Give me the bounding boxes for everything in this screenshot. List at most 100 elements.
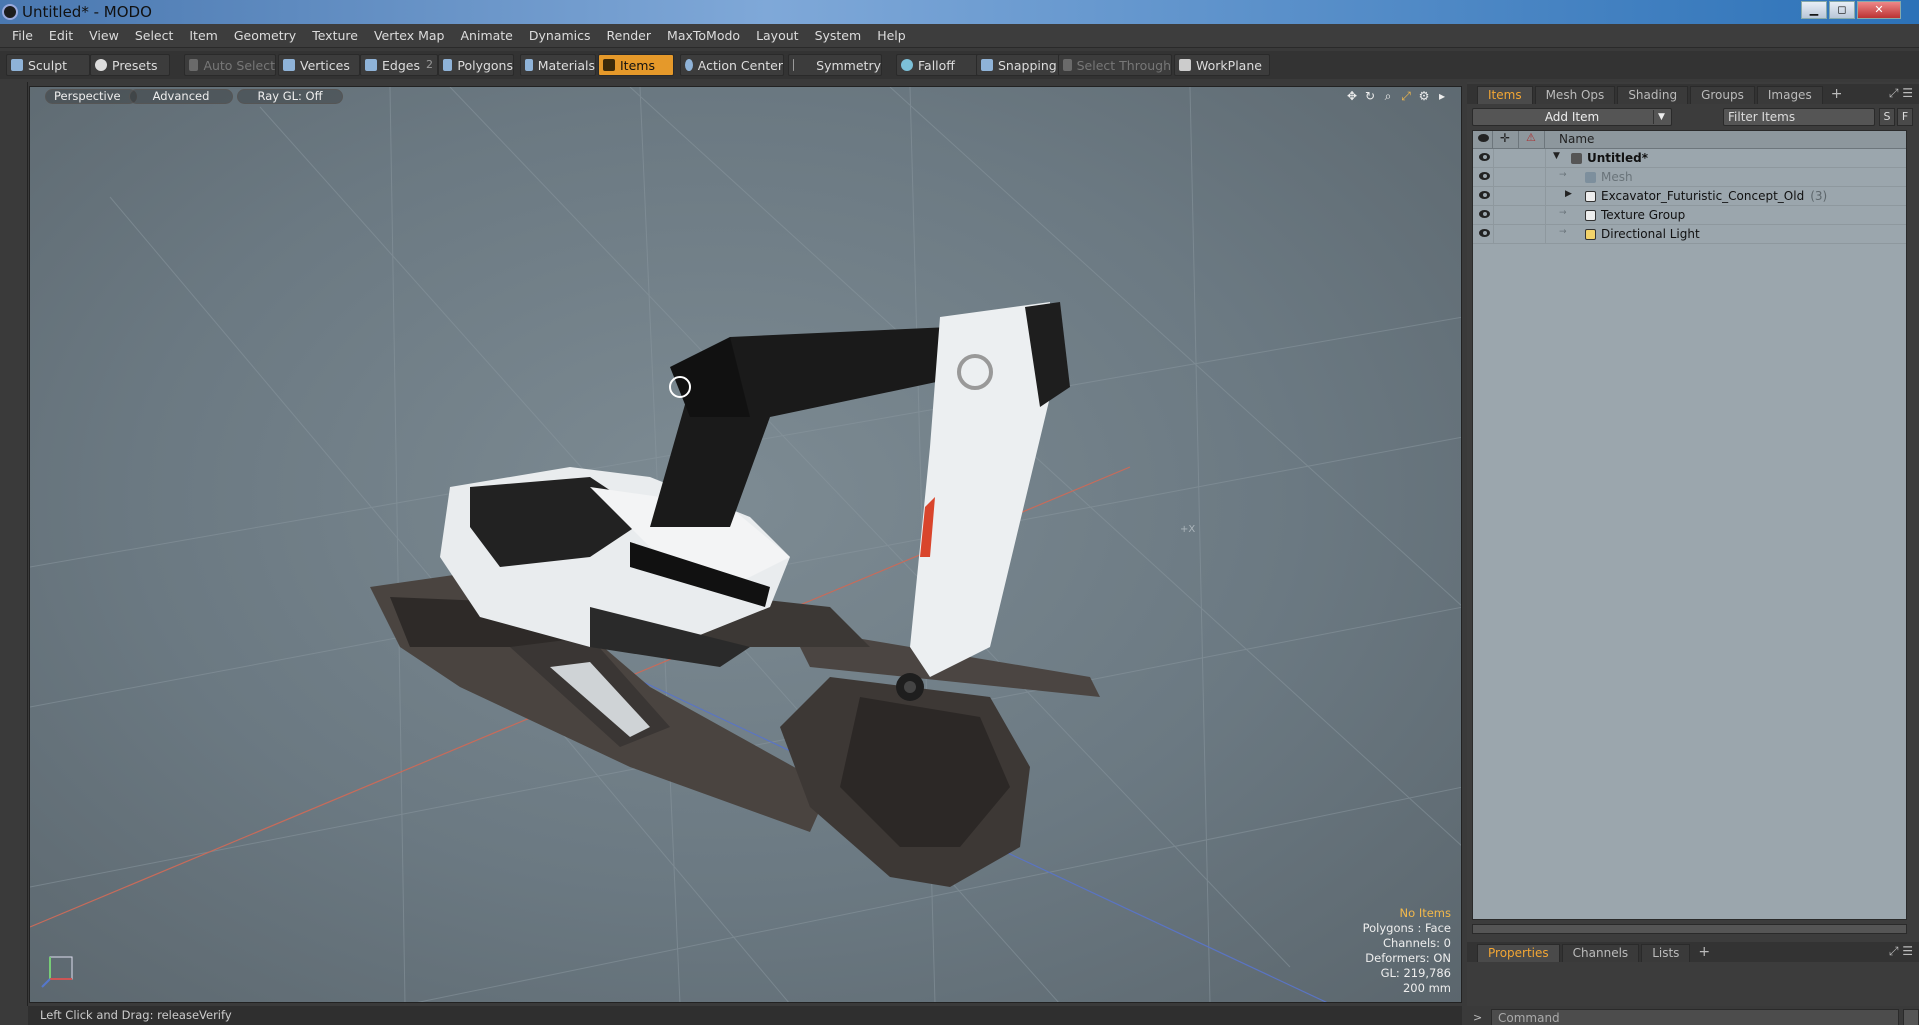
render-icon: ⚠: [1526, 131, 1536, 144]
command-run-button[interactable]: [1903, 1009, 1919, 1025]
maximize-button[interactable]: ◻: [1829, 1, 1855, 19]
eye-icon: [1478, 134, 1489, 142]
tree-row-mesh[interactable]: → Mesh: [1473, 168, 1906, 187]
menu-texture[interactable]: Texture: [304, 28, 366, 43]
viewport-header: Perspective Advanced Ray GL: Off ✥ ↻ ⌕ ⤢…: [29, 86, 1462, 104]
viewport-perspective-button[interactable]: Perspective: [45, 89, 137, 104]
lock-column-header[interactable]: ✛: [1493, 131, 1519, 149]
left-tool-strip: [0, 82, 28, 1006]
rotate-icon[interactable]: ↻: [1363, 89, 1377, 103]
3d-viewport[interactable]: +X No Items Polygons : Face Channels: 0 …: [29, 86, 1462, 1003]
items-icon: [603, 59, 615, 71]
texture-group-icon: [1585, 210, 1596, 221]
action-center-button[interactable]: Action Center: [680, 54, 784, 76]
menu-view[interactable]: View: [81, 28, 127, 43]
sculpt-button[interactable]: Sculpt: [6, 54, 90, 76]
tree-row-excavator[interactable]: ▶ Excavator_Futuristic_Concept_Old (3): [1473, 187, 1906, 206]
viewport-scene: +X: [30, 87, 1461, 1002]
properties-tab-row: Properties Channels Lists + ⤢ ☰: [1467, 942, 1919, 962]
menu-vertex-map[interactable]: Vertex Map: [366, 28, 453, 43]
visibility-eye-icon[interactable]: [1479, 191, 1490, 199]
pan-icon[interactable]: ✥: [1345, 89, 1359, 103]
scene-icon: [1571, 153, 1582, 164]
add-item-button[interactable]: Add Item ▼: [1472, 108, 1672, 126]
vertices-button[interactable]: Vertices: [278, 54, 360, 76]
fit-icon[interactable]: ⤢: [1399, 89, 1413, 103]
visibility-eye-icon[interactable]: [1479, 210, 1490, 218]
stats-channels: Channels: 0: [1382, 936, 1451, 950]
menu-edit[interactable]: Edit: [41, 28, 81, 43]
menu-geometry[interactable]: Geometry: [226, 28, 304, 43]
select-through-button[interactable]: Select Through: [1058, 54, 1172, 76]
visibility-eye-icon[interactable]: [1479, 229, 1490, 237]
menu-maxtomodo[interactable]: MaxToModo: [659, 28, 748, 43]
panel-options-icon[interactable]: ⤢ ☰: [1889, 944, 1913, 959]
edges-button[interactable]: Edges 2: [360, 54, 438, 76]
zoom-icon[interactable]: ⌕: [1381, 89, 1395, 103]
auto-select-button[interactable]: Auto Select: [184, 54, 276, 76]
group-icon: [1585, 191, 1596, 202]
menu-item[interactable]: Item: [181, 28, 225, 43]
add-tab-icon[interactable]: +: [1692, 944, 1716, 962]
menu-help[interactable]: Help: [869, 28, 914, 43]
viewport-shading-button[interactable]: Advanced: [129, 89, 233, 104]
tab-groups[interactable]: Groups: [1690, 86, 1755, 104]
filter-f-button[interactable]: F: [1897, 108, 1913, 126]
menu-layout[interactable]: Layout: [748, 28, 807, 43]
panel-options-icon[interactable]: ⤢ ☰: [1889, 86, 1913, 101]
command-history-icon[interactable]: >: [1473, 1011, 1482, 1024]
tab-images[interactable]: Images: [1756, 86, 1823, 104]
render-column-header[interactable]: ⚠: [1519, 131, 1545, 149]
light-icon: [1585, 229, 1596, 240]
viewport-stats: No Items Polygons : Face Channels: 0 Def…: [1363, 906, 1451, 996]
tab-channels[interactable]: Channels: [1561, 944, 1640, 962]
visibility-eye-icon[interactable]: [1479, 172, 1490, 180]
tree-scrollbar[interactable]: [1472, 924, 1907, 934]
close-button[interactable]: ✕: [1857, 1, 1901, 19]
menu-file[interactable]: File: [4, 28, 41, 43]
tree-row-texture-group[interactable]: → Texture Group: [1473, 206, 1906, 225]
command-input[interactable]: Command: [1491, 1009, 1899, 1025]
filter-items-input[interactable]: Filter Items: [1723, 108, 1875, 126]
items-button[interactable]: Items: [598, 54, 674, 76]
edges-icon: [365, 59, 377, 71]
polygons-button[interactable]: Polygons: [438, 54, 514, 76]
visibility-column-header[interactable]: [1473, 131, 1493, 149]
menu-select[interactable]: Select: [127, 28, 182, 43]
falloff-button[interactable]: Falloff: [896, 54, 980, 76]
item-tree-header: ✛ ⚠ Name: [1473, 131, 1906, 149]
snapping-button[interactable]: Snapping: [976, 54, 1060, 76]
tab-properties[interactable]: Properties: [1477, 944, 1560, 962]
viewport-raygl-button[interactable]: Ray GL: Off: [237, 89, 343, 104]
expand-arrow-icon[interactable]: ▼: [1553, 151, 1560, 161]
symmetry-button[interactable]: Symmetry: [788, 54, 882, 76]
materials-button[interactable]: Materials: [520, 54, 596, 76]
chevron-down-icon[interactable]: ▼: [1653, 110, 1669, 124]
items-toolbar: Add Item ▼ Filter Items S F: [1467, 106, 1919, 128]
menu-animate[interactable]: Animate: [453, 28, 521, 43]
snapping-icon: [981, 59, 993, 71]
viewport-settings-icon[interactable]: ⚙: [1417, 89, 1431, 103]
add-tab-icon[interactable]: +: [1825, 86, 1849, 104]
orientation-gizmo-icon: [41, 956, 73, 988]
presets-button[interactable]: Presets: [90, 54, 170, 76]
mesh-icon: [1585, 172, 1596, 183]
menu-system[interactable]: System: [807, 28, 870, 43]
title-bar: Untitled* - MODO ▁ ◻ ✕: [0, 0, 1919, 24]
minimize-button[interactable]: ▁: [1801, 1, 1827, 19]
menu-dynamics[interactable]: Dynamics: [521, 28, 599, 43]
item-tree: ✛ ⚠ Name ▼ Untitled* → Mesh ▶ Excavator_…: [1472, 130, 1907, 920]
tree-row-directional-light[interactable]: → Directional Light: [1473, 225, 1906, 244]
tab-shading[interactable]: Shading: [1617, 86, 1689, 104]
visibility-eye-icon[interactable]: [1479, 153, 1490, 161]
workplane-button[interactable]: WorkPlane: [1174, 54, 1270, 76]
name-column-header[interactable]: Name: [1559, 132, 1594, 146]
filter-s-button[interactable]: S: [1879, 108, 1895, 126]
tab-items[interactable]: Items: [1477, 86, 1533, 104]
expand-arrow-icon[interactable]: ▶: [1565, 189, 1572, 199]
tree-row-scene[interactable]: ▼ Untitled*: [1473, 149, 1906, 168]
tab-lists[interactable]: Lists: [1641, 944, 1691, 962]
viewport-menu-arrow-icon[interactable]: ▸: [1435, 89, 1449, 103]
tab-mesh-ops[interactable]: Mesh Ops: [1534, 86, 1616, 104]
menu-render[interactable]: Render: [599, 28, 660, 43]
